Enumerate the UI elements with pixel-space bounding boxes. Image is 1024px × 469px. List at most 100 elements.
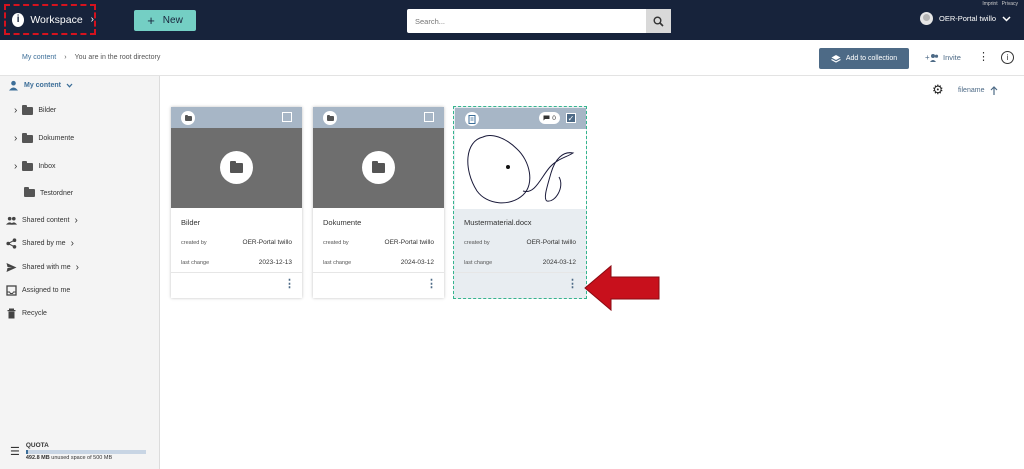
- sidebar-item-assigned-to-me[interactable]: Assigned to me: [6, 285, 70, 296]
- chevron-right-icon[interactable]: ›: [14, 133, 17, 144]
- sidebar-item-recycle[interactable]: Recycle: [6, 308, 47, 319]
- chevron-right-icon: ›: [90, 14, 94, 25]
- sidebar-folder-label: Bilder: [38, 107, 57, 114]
- sidebar-item-shared-content[interactable]: Shared content ›: [6, 215, 78, 226]
- select-checkbox[interactable]: [424, 112, 434, 122]
- settings-gear-icon[interactable]: ⚙: [932, 83, 944, 96]
- comments-badge[interactable]: 0: [539, 112, 560, 124]
- user-menu[interactable]: OER-Portal twillo: [920, 12, 1011, 25]
- add-to-collection-button[interactable]: Add to collection: [819, 48, 909, 69]
- more-options-icon[interactable]: ⋮: [978, 52, 989, 63]
- person-icon: [9, 80, 18, 91]
- breadcrumb: My content › You are in the root directo…: [22, 54, 160, 61]
- layers-icon: [831, 54, 841, 63]
- file-card-mustermaterial[interactable]: 0 ✓ Mustermaterial.docx created by OER-P…: [453, 106, 587, 299]
- card-header: [171, 107, 302, 128]
- card-menu-icon[interactable]: ⋮: [426, 279, 437, 290]
- sort-label: filename: [958, 87, 985, 94]
- new-button[interactable]: + New: [134, 10, 196, 31]
- sidebar-folder-bilder[interactable]: › Bilder: [14, 104, 57, 116]
- sidebar-label: Shared with me: [22, 264, 71, 271]
- created-by-value: OER-Portal twillo: [526, 239, 576, 246]
- sidebar-folder-testordner[interactable]: Testordner: [24, 187, 73, 197]
- breadcrumb-separator-icon: ›: [64, 54, 67, 61]
- quota-bar: [25, 450, 146, 454]
- card-menu-icon[interactable]: ⋮: [284, 279, 295, 290]
- trash-icon: [7, 308, 16, 319]
- folder-card-dokumente[interactable]: Dokumente created by OER-Portal twillo l…: [313, 107, 444, 298]
- search-bar: [407, 9, 671, 33]
- created-by-value: OER-Portal twillo: [384, 239, 434, 246]
- card-title[interactable]: Dokumente: [323, 218, 361, 227]
- sidebar-label-my-content: My content: [24, 82, 61, 89]
- breadcrumb-current: You are in the root directory: [74, 54, 161, 61]
- quota-title: QUOTA: [25, 442, 49, 449]
- arrow-up-icon: [991, 86, 998, 95]
- chevron-right-icon[interactable]: ›: [14, 105, 17, 116]
- info-icon[interactable]: i: [1001, 51, 1014, 64]
- sidebar-label: Shared content: [22, 217, 70, 224]
- quota-fill: [25, 450, 28, 454]
- inbox-icon: [6, 285, 17, 296]
- folder-icon: [22, 132, 34, 143]
- top-header: i Workspace › + New Imprint Privacy OER-…: [0, 0, 1024, 40]
- invite-button[interactable]: + Invite: [925, 53, 961, 62]
- quota-used: 492.8 MB: [25, 455, 50, 461]
- quota-widget: ☰ QUOTA 492.8 MB unused space of 500 MB: [10, 442, 146, 461]
- card-menu-icon[interactable]: ⋮: [567, 279, 578, 290]
- plus-icon: +: [147, 13, 155, 28]
- imprint-link[interactable]: Imprint: [982, 1, 997, 7]
- svg-text:+: +: [925, 53, 930, 62]
- last-change-value: 2024-03-12: [400, 259, 434, 266]
- document-type-icon: [465, 112, 479, 126]
- chevron-right-icon[interactable]: ›: [14, 161, 17, 172]
- folder-icon: [22, 160, 34, 171]
- last-change-label: last change: [181, 260, 210, 266]
- created-by-value: OER-Portal twillo: [242, 239, 292, 246]
- sidebar-item-my-content[interactable]: My content: [8, 80, 73, 91]
- sort-button[interactable]: filename: [958, 86, 998, 95]
- card-title[interactable]: Mustermaterial.docx: [464, 218, 532, 227]
- sidebar-folder-dokumente[interactable]: › Dokumente: [14, 132, 74, 144]
- sidebar-label: Assigned to me: [22, 287, 71, 294]
- chevron-right-icon: ›: [75, 262, 79, 273]
- comments-count: 0: [552, 114, 556, 122]
- folder-icon: [220, 151, 253, 184]
- select-checkbox[interactable]: ✓: [566, 113, 576, 123]
- chevron-right-icon: ›: [74, 215, 78, 226]
- folder-card-bilder[interactable]: Bilder created by OER-Portal twillo last…: [171, 107, 302, 298]
- search-button[interactable]: [646, 9, 671, 33]
- card-preview[interactable]: [313, 128, 444, 208]
- select-checkbox[interactable]: [282, 112, 292, 122]
- card-header: 0 ✓: [455, 108, 586, 129]
- breadcrumb-my-content[interactable]: My content: [22, 54, 56, 61]
- sidebar-label: Shared by me: [22, 240, 66, 247]
- created-by-label: created by: [181, 240, 207, 246]
- card-title[interactable]: Bilder: [181, 218, 200, 227]
- quota-text: 492.8 MB unused space of 500 MB: [26, 455, 146, 461]
- sidebar-folder-inbox[interactable]: › Inbox: [14, 160, 56, 172]
- chevron-down-icon: [66, 83, 73, 88]
- sidebar-item-shared-by-me[interactable]: Shared by me ›: [6, 238, 74, 249]
- folder-type-icon: [323, 111, 337, 125]
- workspace-button[interactable]: i Workspace ›: [4, 4, 96, 35]
- privacy-link[interactable]: Privacy: [1002, 1, 1018, 7]
- storage-icon: ☰: [10, 446, 20, 458]
- sidebar-label: Recycle: [22, 310, 47, 317]
- sidebar-folder-label: Inbox: [38, 163, 56, 170]
- card-preview[interactable]: [455, 129, 586, 209]
- folder-icon: [24, 187, 35, 197]
- footer-links: Imprint Privacy: [982, 1, 1018, 7]
- send-icon: [6, 263, 17, 272]
- chevron-down-icon: [1002, 15, 1011, 22]
- folder-icon: [362, 151, 395, 184]
- add-to-collection-label: Add to collection: [845, 55, 898, 62]
- new-label: New: [162, 15, 183, 26]
- folder-icon: [22, 104, 34, 115]
- invite-label: Invite: [943, 53, 961, 62]
- card-preview[interactable]: [171, 128, 302, 208]
- sidebar-item-shared-with-me[interactable]: Shared with me ›: [6, 262, 79, 273]
- sidebar: My content › Bilder › Dokumente › Inbox …: [0, 76, 160, 469]
- search-input[interactable]: [407, 9, 646, 33]
- logo-icon: i: [12, 12, 25, 27]
